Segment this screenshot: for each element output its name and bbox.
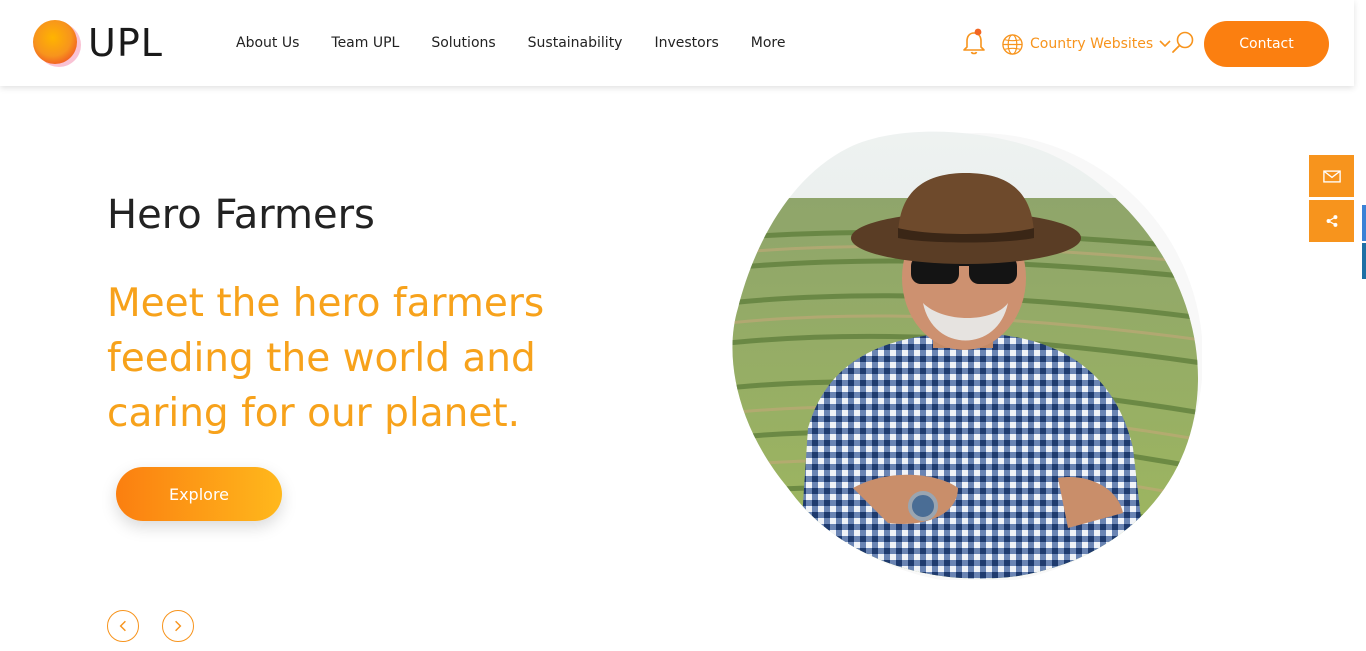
carousel-next-button[interactable] — [162, 610, 194, 642]
side-share-button[interactable] — [1309, 200, 1354, 242]
country-websites-label: Country Websites — [1030, 36, 1154, 52]
nav-item-team-upl[interactable]: Team UPL — [331, 35, 399, 51]
nav-item-sustainability[interactable]: Sustainability — [528, 35, 623, 51]
chevron-right-icon — [175, 620, 182, 632]
nav-item-about-us[interactable]: About Us — [236, 35, 299, 51]
nav-item-investors[interactable]: Investors — [654, 35, 718, 51]
contact-button[interactable]: Contact — [1204, 21, 1329, 67]
hero-subtitle: Meet the hero farmers feeding the world … — [107, 281, 545, 436]
explore-button[interactable]: Explore — [116, 467, 282, 521]
hero-farmer-image — [732, 131, 1202, 580]
bell-icon[interactable] — [961, 28, 987, 56]
main-nav: About Us Team UPL Solutions Sustainabili… — [236, 0, 818, 86]
hero-title: Hero Farmers — [107, 192, 375, 238]
side-mail-button[interactable] — [1309, 155, 1354, 197]
search-icon[interactable] — [1170, 30, 1196, 56]
nav-item-solutions[interactable]: Solutions — [431, 35, 495, 51]
nav-item-more[interactable]: More — [751, 35, 786, 51]
site-header: UPL About Us Team UPL Solutions Sustaina… — [0, 0, 1354, 86]
carousel-prev-button[interactable] — [107, 610, 139, 642]
brand-name: UPL — [88, 21, 163, 65]
social-strip-facebook[interactable] — [1362, 205, 1366, 241]
mail-icon — [1322, 169, 1341, 183]
upl-logo[interactable]: UPL — [30, 14, 170, 72]
country-websites-dropdown[interactable]: Country Websites — [1001, 31, 1177, 57]
social-strip-linkedin[interactable] — [1362, 243, 1366, 279]
chevron-left-icon — [119, 620, 126, 632]
globe-icon — [1002, 33, 1023, 55]
share-icon — [1326, 215, 1337, 227]
upl-logo-icon — [33, 20, 81, 67]
